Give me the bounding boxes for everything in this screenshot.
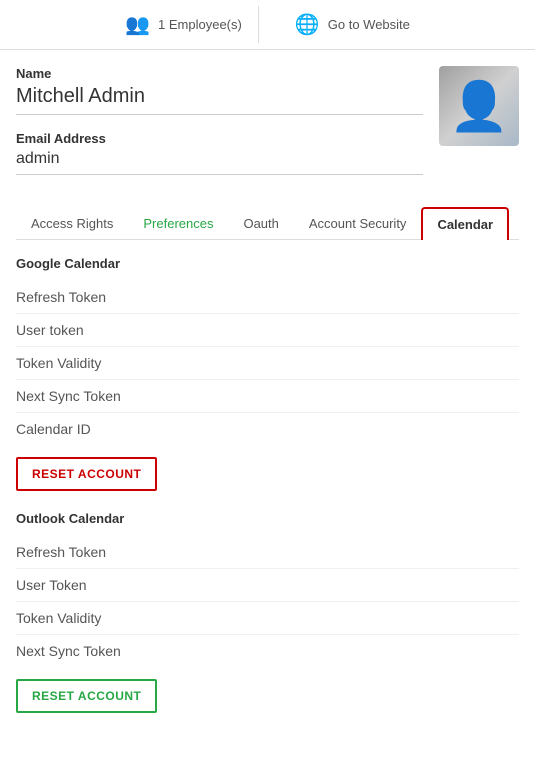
calendar-tab-content: Google Calendar Refresh Token User token… [0,240,535,741]
list-item: Calendar ID [16,413,519,445]
tab-access-rights[interactable]: Access Rights [16,207,128,240]
list-item: Next Sync Token [16,635,519,667]
list-item: Token Validity [16,602,519,635]
list-item: Refresh Token [16,536,519,569]
outlook-calendar-title: Outlook Calendar [16,511,519,526]
list-item: Next Sync Token [16,380,519,413]
list-item: Refresh Token [16,281,519,314]
tab-oauth[interactable]: Oauth [228,207,293,240]
google-calendar-section: Google Calendar Refresh Token User token… [16,256,519,503]
email-value: admin [16,150,423,175]
tab-calendar[interactable]: Calendar [421,207,509,240]
tab-preferences[interactable]: Preferences [128,207,228,240]
tab-account-security[interactable]: Account Security [294,207,422,240]
avatar [439,66,519,146]
top-bar: 👥 1 Employee(s) 🌐 Go to Website [0,0,535,50]
employees-label: 1 Employee(s) [158,17,242,32]
employees-icon: 👥 [125,12,150,37]
outlook-calendar-section: Outlook Calendar Refresh Token User Toke… [16,511,519,725]
google-calendar-title: Google Calendar [16,256,519,271]
user-info: Name Mitchell Admin Email Address admin [16,66,423,191]
list-item: User Token [16,569,519,602]
list-item: User token [16,314,519,347]
website-icon: 🌐 [295,12,320,37]
tabs-bar: Access Rights Preferences Oauth Account … [16,207,519,240]
user-profile-section: Name Mitchell Admin Email Address admin [0,50,535,191]
email-label: Email Address [16,131,423,146]
name-label: Name [16,66,423,81]
website-label: Go to Website [328,17,410,32]
website-link[interactable]: 🌐 Go to Website [279,6,426,43]
employees-link[interactable]: 👥 1 Employee(s) [109,6,259,43]
list-item: Token Validity [16,347,519,380]
tabs-section: Access Rights Preferences Oauth Account … [0,191,535,240]
reset-outlook-account-button[interactable]: RESET ACCOUNT [16,679,157,713]
avatar-image [439,66,519,146]
name-value: Mitchell Admin [16,85,423,115]
reset-google-account-button[interactable]: RESET ACCOUNT [16,457,157,491]
